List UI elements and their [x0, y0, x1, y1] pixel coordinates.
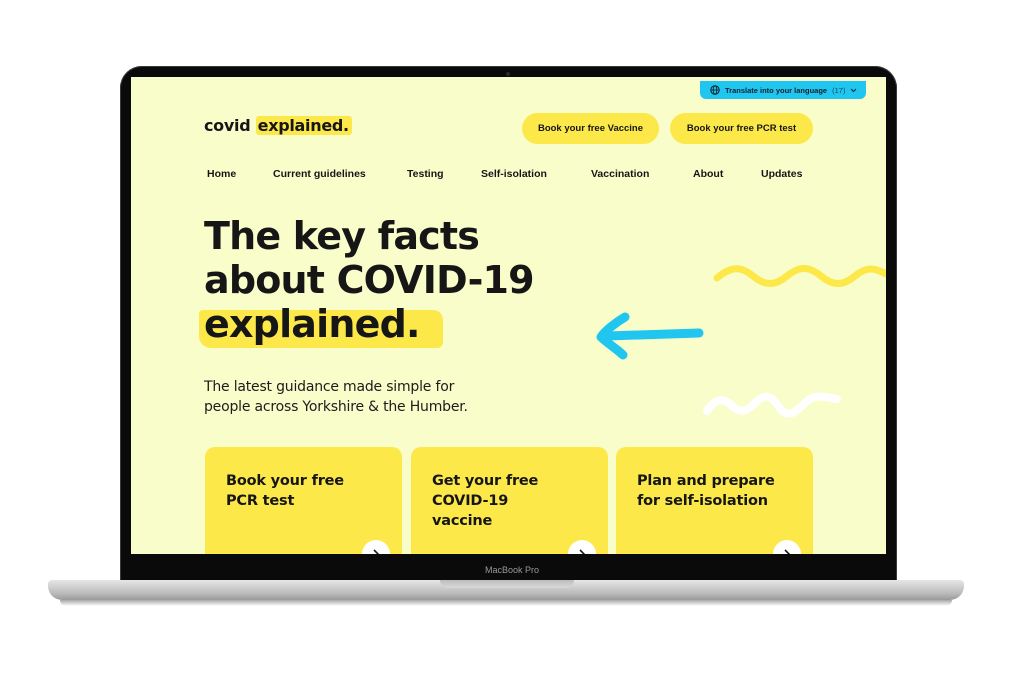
arrow-right-icon — [579, 549, 586, 554]
hero-title-line-1: The key facts — [204, 214, 480, 258]
nav-vaccination[interactable]: Vaccination — [591, 168, 649, 180]
book-pcr-test-button[interactable]: Book your free PCR test — [670, 113, 813, 144]
card-arrow-button[interactable] — [773, 540, 801, 554]
card-title: Plan and prepare for self-isolation — [637, 473, 775, 509]
translate-button[interactable]: Translate into your language (17) — [700, 81, 866, 99]
hero-subtitle: The latest guidance made simple for peop… — [204, 377, 524, 417]
nav-about[interactable]: About — [693, 168, 723, 180]
card-book-pcr-test[interactable]: Book your free PCR test — [205, 447, 402, 554]
card-title: Get your free COVID-19 vaccine — [432, 473, 539, 529]
nav-self-isolation[interactable]: Self-isolation — [481, 168, 547, 180]
language-count: (17) — [832, 85, 846, 95]
logo-highlight: explained. — [255, 116, 352, 135]
nav-current-guidelines[interactable]: Current guidelines — [273, 168, 366, 180]
browser-screen: Translate into your language (17) covid … — [131, 77, 886, 554]
arrow-left-icon — [596, 312, 704, 360]
translate-label: Translate into your language — [725, 85, 828, 95]
book-vaccine-button[interactable]: Book your free Vaccine — [522, 113, 659, 144]
nav-updates[interactable]: Updates — [761, 168, 802, 180]
card-get-vaccine[interactable]: Get your free COVID-19 vaccine — [411, 447, 608, 554]
main-nav: Home Current guidelines Testing Self-iso… — [131, 168, 886, 184]
card-arrow-button[interactable] — [568, 540, 596, 554]
hero-subtitle-line-1: The latest guidance made simple for — [204, 379, 455, 395]
camera-icon — [506, 72, 510, 76]
yellow-squiggle-decoration — [713, 265, 886, 287]
site-logo[interactable]: covid explained. — [204, 116, 352, 135]
chevron-down-icon — [851, 88, 857, 92]
globe-icon — [710, 85, 720, 95]
hero-title-highlight: explained. — [199, 302, 443, 348]
hero-title-line-2: about COVID-19 — [204, 258, 535, 302]
arrow-right-icon — [784, 549, 791, 554]
hero-subtitle-line-2: people across Yorkshire & the Humber. — [204, 399, 468, 415]
laptop-notch — [440, 580, 574, 588]
card-self-isolation[interactable]: Plan and prepare for self-isolation — [616, 447, 813, 554]
nav-home[interactable]: Home — [207, 168, 236, 180]
card-arrow-button[interactable] — [362, 540, 390, 554]
arrow-right-icon — [373, 549, 380, 554]
device-label: MacBook Pro — [484, 565, 540, 575]
laptop-shadow — [60, 600, 952, 606]
card-title: Book your free PCR test — [226, 473, 344, 509]
white-squiggle-decoration — [703, 392, 841, 418]
nav-testing[interactable]: Testing — [407, 168, 444, 180]
logo-text: covid — [204, 116, 251, 135]
hero-title: The key facts about COVID-19 explained. — [199, 214, 604, 348]
